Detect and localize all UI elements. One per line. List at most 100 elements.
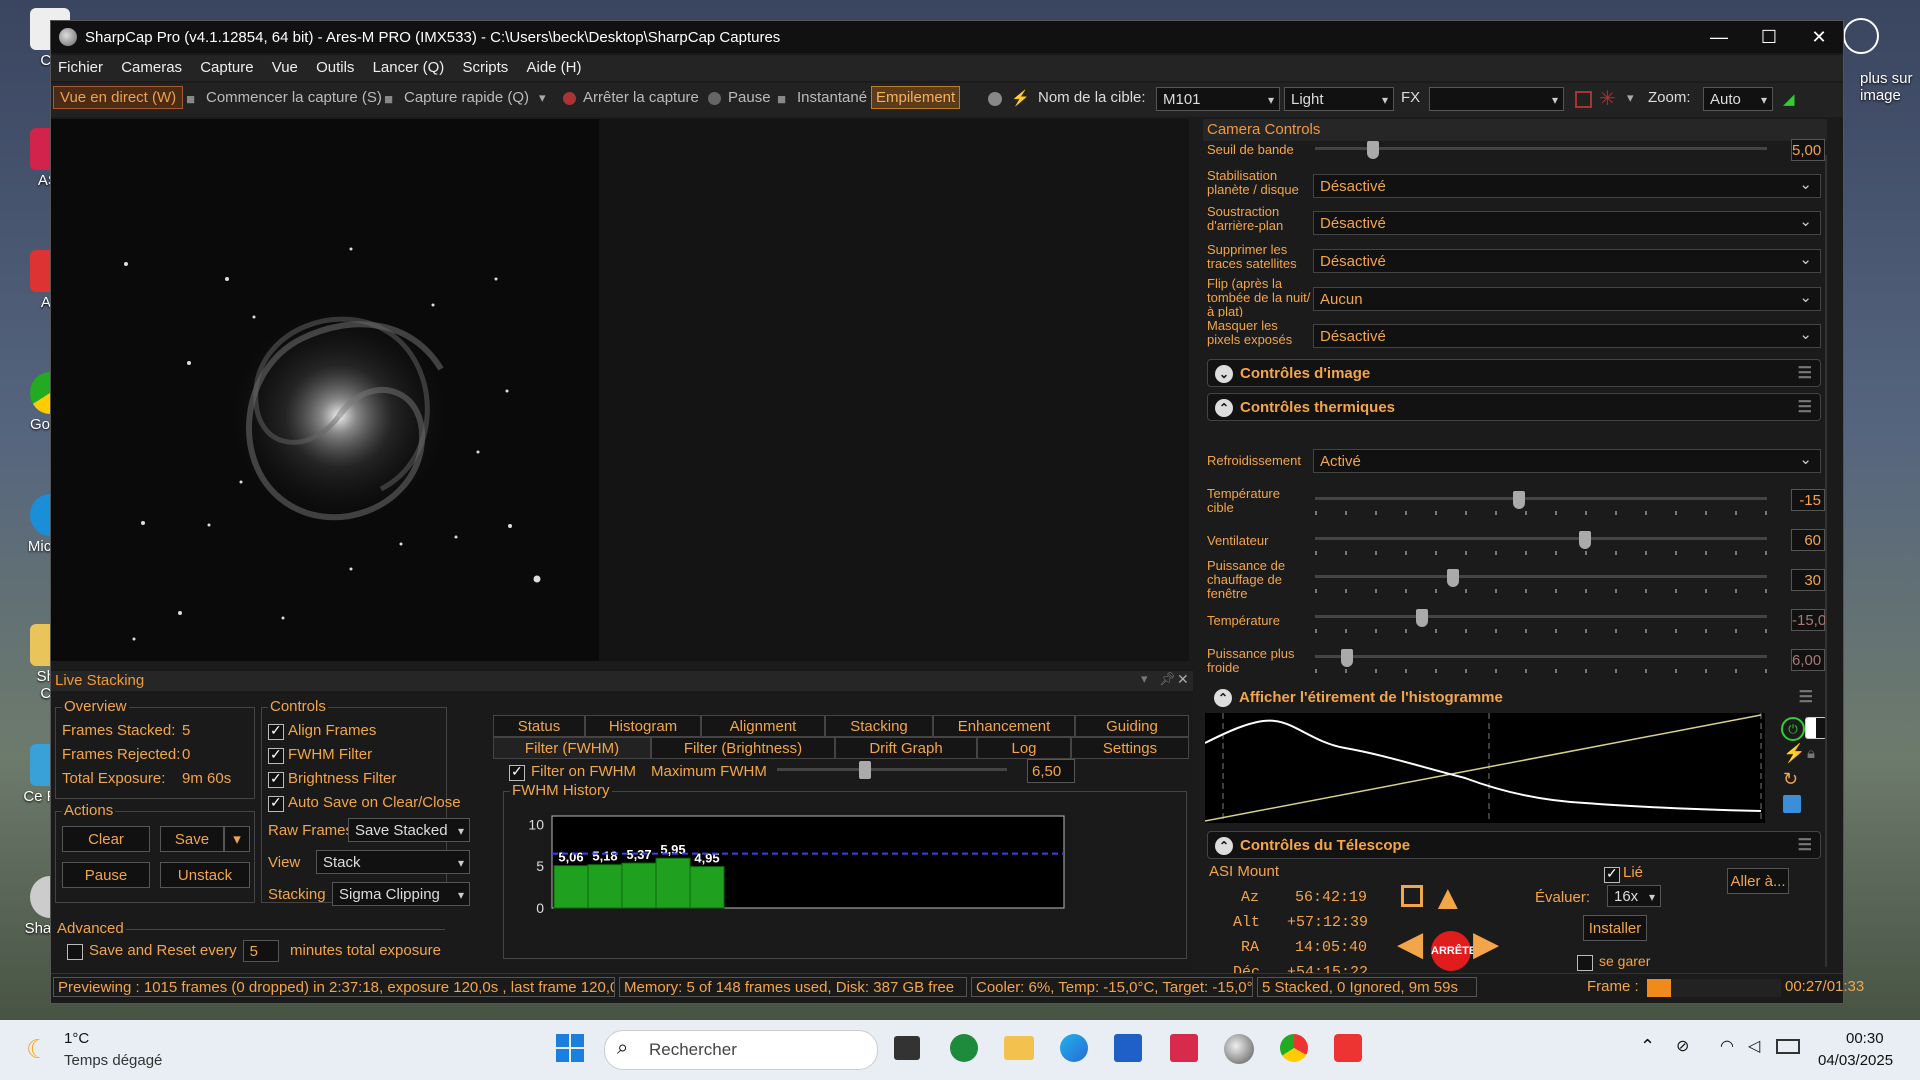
reset-icon[interactable]: ↻: [1783, 769, 1798, 790]
tab-settings[interactable]: Settings: [1071, 737, 1189, 759]
task-view-icon[interactable]: [894, 1036, 920, 1060]
stop-mount-button[interactable]: ARRÊTE: [1431, 931, 1476, 971]
minimize-button[interactable]: —: [1697, 21, 1741, 53]
menu-icon[interactable]: ☰: [1798, 360, 1812, 388]
anydesk-icon[interactable]: [1334, 1034, 1362, 1062]
clear-button[interactable]: Clear: [62, 826, 150, 852]
pin-icon[interactable]: 📌︎: [1159, 671, 1176, 687]
sat-trails-dropdown[interactable]: Désactivé: [1313, 248, 1821, 273]
start-capture-button[interactable]: Commencer la capture (S): [206, 89, 382, 106]
park-checkbox[interactable]: [1577, 955, 1593, 971]
live-view-button[interactable]: Vue en direct (W): [53, 86, 184, 109]
asi-app-icon[interactable]: [1170, 1034, 1198, 1062]
snapshot-button[interactable]: Instantané: [797, 89, 867, 106]
tab-filter-fwhm[interactable]: Filter (FWHM): [493, 737, 651, 759]
menu-fichier[interactable]: Fichier: [51, 55, 110, 80]
pause-button[interactable]: Pause: [62, 862, 150, 888]
fan-value[interactable]: 60: [1791, 529, 1825, 551]
weather-text[interactable]: Temps dégagé: [64, 1052, 162, 1069]
menu-outils[interactable]: Outils: [309, 55, 361, 80]
histogram-icon[interactable]: ◢: [1783, 90, 1795, 108]
fx-dropdown[interactable]: [1429, 87, 1564, 112]
moon-icon[interactable]: [988, 92, 1002, 106]
maximize-button[interactable]: ☐: [1747, 21, 1791, 53]
histogram-display[interactable]: [1204, 713, 1765, 823]
menu-icon[interactable]: ☰: [1799, 684, 1813, 712]
reticle-dropdown-icon[interactable]: ▾: [1627, 90, 1634, 106]
save-reset-checkbox[interactable]: [67, 944, 83, 960]
windows-start-icon[interactable]: [556, 1034, 584, 1062]
cooling-dropdown[interactable]: Activé: [1313, 448, 1821, 473]
band-threshold-value[interactable]: 5,00: [1791, 139, 1825, 161]
goto-button[interactable]: Aller à...: [1727, 868, 1789, 894]
chevron-up-icon[interactable]: ⌃: [1640, 1036, 1655, 1057]
image-viewport[interactable]: [51, 119, 1189, 661]
panel-dropdown-icon[interactable]: ▾: [1141, 671, 1148, 687]
menu-lancer[interactable]: Lancer (Q): [366, 55, 452, 80]
linked-checkbox[interactable]: [1604, 865, 1620, 883]
arrow-left-icon[interactable]: ◀: [1397, 927, 1423, 961]
save-icon[interactable]: [1783, 795, 1801, 813]
fan-slider[interactable]: [1315, 531, 1767, 561]
slider-thumb[interactable]: [1367, 141, 1379, 159]
tab-drift-graph[interactable]: Drift Graph: [835, 737, 977, 759]
tab-stacking[interactable]: Stacking: [825, 715, 933, 737]
save-reset-minutes[interactable]: 5: [243, 940, 279, 962]
clock-date[interactable]: 04/03/2025: [1818, 1052, 1893, 1069]
arrow-up-icon[interactable]: ▲: [1431, 881, 1465, 915]
tab-enhancement[interactable]: Enhancement: [933, 715, 1075, 737]
sharpcap-taskbar-icon[interactable]: [1224, 1034, 1254, 1064]
tab-histogram[interactable]: Histogram: [585, 715, 701, 737]
target-temp-slider[interactable]: [1315, 491, 1767, 521]
filter-on-fwhm-checkbox[interactable]: [509, 763, 525, 781]
max-fwhm-thumb[interactable]: [859, 761, 871, 779]
arrow-right-icon[interactable]: ▶: [1473, 927, 1499, 961]
store-icon[interactable]: [1114, 1034, 1142, 1062]
quick-capture-button[interactable]: Capture rapide (Q): [404, 89, 529, 106]
align-frames-checkbox[interactable]: [268, 722, 284, 740]
wifi-icon[interactable]: ◠: [1720, 1036, 1734, 1056]
lightning-icon[interactable]: ⚡: [1783, 743, 1805, 764]
max-fwhm-slider[interactable]: [777, 768, 1007, 771]
target-name-dropdown[interactable]: M101: [1156, 87, 1280, 112]
hot-pixels-dropdown[interactable]: Désactivé: [1313, 323, 1821, 348]
flip-dropdown[interactable]: Aucun: [1313, 286, 1821, 311]
menu-cameras[interactable]: Cameras: [114, 55, 189, 80]
battery-icon[interactable]: [1776, 1039, 1800, 1054]
clock-time[interactable]: 00:30: [1846, 1030, 1884, 1047]
lock-icon[interactable]: 🔒︎: [1807, 745, 1815, 762]
heater-slider[interactable]: [1315, 569, 1767, 599]
weather-moon-icon[interactable]: ☾: [26, 1034, 49, 1065]
menu-scripts[interactable]: Scripts: [455, 55, 515, 80]
unstack-button[interactable]: Unstack: [160, 862, 250, 888]
contrast-icon[interactable]: [1805, 717, 1827, 739]
file-explorer-icon[interactable]: [1004, 1036, 1034, 1060]
chevron-down-icon[interactable]: ▾: [539, 90, 546, 106]
menu-capture[interactable]: Capture: [193, 55, 260, 80]
target-temp-value[interactable]: -15: [1791, 489, 1825, 511]
slider-thumb[interactable]: [1579, 531, 1591, 549]
slider-thumb[interactable]: [1447, 569, 1459, 587]
stacking-button[interactable]: Empilement: [871, 86, 961, 109]
tab-log[interactable]: Log: [977, 737, 1071, 759]
menu-icon[interactable]: ☰: [1798, 832, 1812, 860]
edge-icon[interactable]: [1060, 1034, 1088, 1062]
brightness-filter-checkbox[interactable]: [268, 770, 284, 788]
zoom-dropdown[interactable]: Auto: [1703, 87, 1773, 112]
tab-guiding[interactable]: Guiding: [1075, 715, 1189, 737]
install-button[interactable]: Installer: [1583, 915, 1647, 941]
telescope-section[interactable]: ⌃ Contrôles du Télescope ☰: [1207, 831, 1821, 859]
center-icon[interactable]: [1401, 885, 1423, 907]
evaluate-dropdown[interactable]: 16x: [1607, 885, 1661, 908]
bg-sub-dropdown[interactable]: Désactivé: [1313, 210, 1821, 235]
menu-icon[interactable]: ☰: [1798, 394, 1812, 422]
chrome-icon[interactable]: [1280, 1034, 1308, 1062]
app-green-icon[interactable]: [950, 1034, 978, 1062]
slider-thumb[interactable]: [1513, 491, 1525, 509]
weather-temp[interactable]: 1°C: [64, 1030, 89, 1047]
menu-aide[interactable]: Aide (H): [519, 55, 588, 80]
panel-scrollbar[interactable]: [1825, 155, 1827, 967]
close-button[interactable]: ✕: [1797, 21, 1841, 53]
tab-filter-brightness[interactable]: Filter (Brightness): [651, 737, 835, 759]
notification-icon[interactable]: [1843, 18, 1879, 54]
